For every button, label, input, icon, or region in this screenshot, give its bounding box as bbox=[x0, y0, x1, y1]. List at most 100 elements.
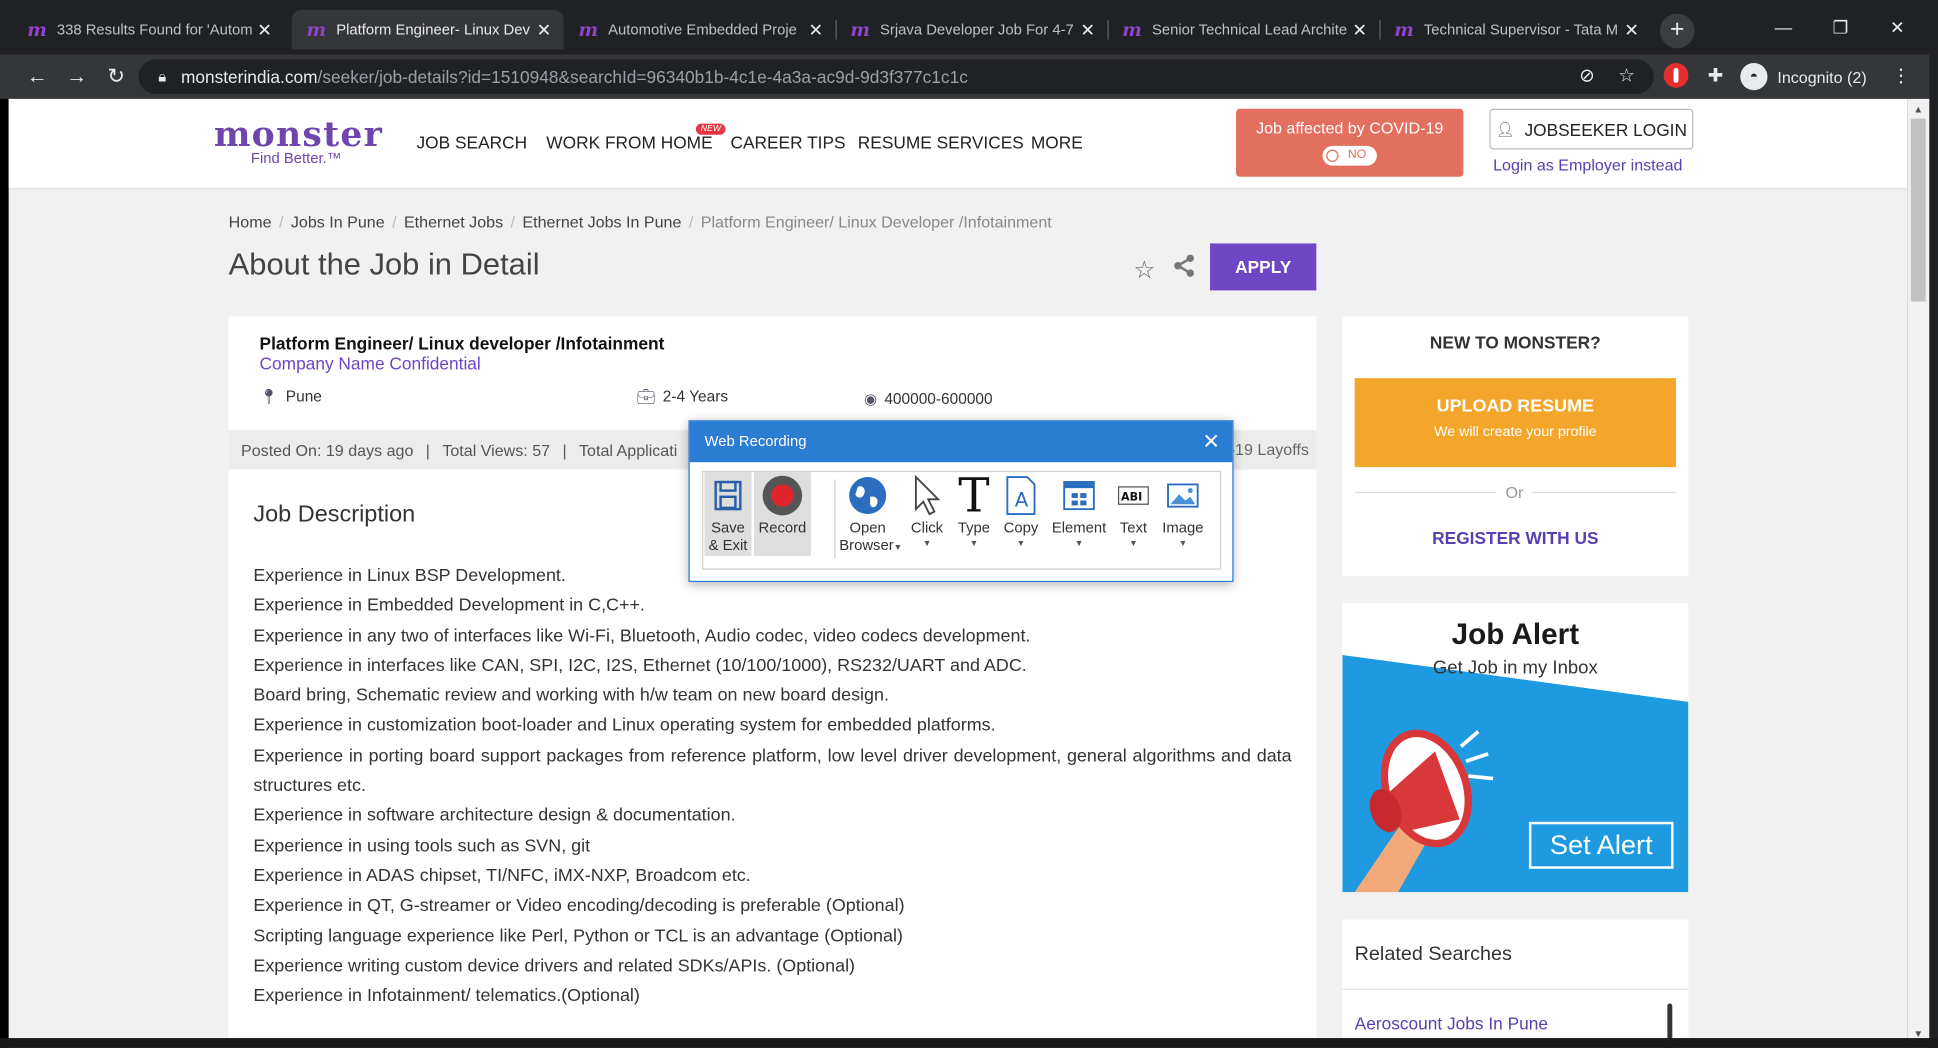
nav-work-from-home[interactable]: WORK FROM HOME bbox=[546, 132, 712, 152]
restore-button[interactable]: ❐ bbox=[1812, 10, 1869, 45]
type-icon: T bbox=[958, 468, 990, 523]
covid-toggle[interactable]: NO bbox=[1322, 145, 1377, 166]
jobseeker-login-button[interactable]: 👤︎ JOBSEEKER LOGIN bbox=[1489, 108, 1694, 150]
job-alert-banner[interactable]: Job Alert Get Job in my Inbox Set Alert bbox=[1342, 603, 1689, 893]
url-path: /seeker/job-details?id=1510948&searchId=… bbox=[317, 66, 968, 87]
save-label-1: Save bbox=[711, 519, 745, 537]
open-browser-button[interactable]: Open Browser▼ bbox=[839, 472, 902, 557]
jd-item: Experience in interfaces like CAN, SPI, … bbox=[253, 656, 1027, 676]
toggle-label: NO bbox=[1347, 148, 1367, 162]
browser-tab[interactable]: m Automotive Embedded Proje ✕ bbox=[564, 10, 836, 50]
save-icon bbox=[705, 472, 752, 519]
nav-more[interactable]: MORE bbox=[1031, 132, 1083, 152]
monster-favicon-icon: m bbox=[306, 18, 327, 41]
jd-item: Scripting language experience like Perl,… bbox=[253, 926, 903, 947]
element-button[interactable]: Element ▼ bbox=[1052, 472, 1106, 554]
copy-button[interactable]: A Copy ▼ bbox=[1000, 472, 1042, 554]
new-to-monster-heading: NEW TO MONSTER? bbox=[1429, 332, 1601, 353]
toggle-knob bbox=[1326, 149, 1339, 162]
toolbar-separator bbox=[834, 479, 836, 559]
share-icon[interactable] bbox=[1170, 252, 1197, 279]
click-button[interactable]: Click ▼ bbox=[906, 472, 948, 554]
minimize-button[interactable]: — bbox=[1755, 10, 1812, 45]
back-button[interactable]: ← bbox=[22, 62, 52, 92]
record-button[interactable]: Record bbox=[753, 472, 811, 557]
save-job-star-icon[interactable]: ☆ bbox=[1133, 255, 1155, 286]
jd-item: Experience in ADAS chipset, TI/NFC, iMX-… bbox=[253, 866, 751, 887]
briefcase-icon: 💼︎ bbox=[636, 388, 656, 406]
company-name[interactable]: Company Name Confidential bbox=[260, 353, 481, 373]
extension-red-icon[interactable] bbox=[1661, 62, 1691, 92]
breadcrumb-home[interactable]: Home bbox=[229, 213, 272, 232]
apply-button[interactable]: APPLY bbox=[1210, 243, 1317, 291]
close-icon[interactable]: ✕ bbox=[534, 19, 554, 40]
browser-tab[interactable]: m 338 Results Found for 'Autom ✕ bbox=[12, 10, 284, 50]
breadcrumb-ethernet-jobs[interactable]: Ethernet Jobs bbox=[404, 213, 503, 232]
salary-text: 400000-600000 bbox=[884, 390, 993, 408]
total-applications: Total Applicati bbox=[579, 440, 678, 460]
close-icon[interactable]: ✕ bbox=[1622, 19, 1642, 40]
recorder-toolbar: Save & Exit Record Open Browser▼ Click ▼… bbox=[702, 470, 1222, 570]
tab-title: Senior Technical Lead Archite bbox=[1151, 21, 1348, 39]
register-link[interactable]: REGISTER WITH US bbox=[1342, 528, 1688, 548]
jd-item: Experience in using tools such as SVN, g… bbox=[253, 836, 591, 857]
sidebar: NEW TO MONSTER? UPLOAD RESUME We will cr… bbox=[1342, 316, 1689, 1048]
extensions-puzzle-icon[interactable]: ✚ bbox=[1701, 62, 1731, 92]
dialog-titlebar[interactable]: Web Recording ✕ bbox=[689, 421, 1233, 463]
close-icon[interactable]: ✕ bbox=[255, 19, 275, 40]
tab-title: Srjava Developer Job For 4-7 bbox=[880, 21, 1074, 39]
text-button[interactable]: ABI Text ▼ bbox=[1114, 472, 1154, 554]
forward-button[interactable]: → bbox=[62, 62, 92, 92]
upload-resume-button[interactable]: UPLOAD RESUME We will create your profil… bbox=[1354, 378, 1677, 468]
address-bar[interactable]: 🔒︎ monsterindia.com/seeker/job-details?i… bbox=[138, 59, 1654, 94]
svg-text:A: A bbox=[1015, 489, 1029, 512]
nav-resume-services[interactable]: RESUME SERVICES bbox=[858, 132, 1024, 152]
job-title: Platform Engineer/ Linux developer /Info… bbox=[259, 333, 665, 354]
nav-career-tips[interactable]: CAREER TIPS bbox=[730, 132, 845, 152]
close-icon[interactable]: ✕ bbox=[1350, 19, 1370, 40]
browser-menu-icon[interactable]: ⋮ bbox=[1886, 62, 1916, 92]
set-alert-button[interactable]: Set Alert bbox=[1528, 821, 1674, 869]
scrollbar-thumb[interactable] bbox=[1910, 118, 1926, 302]
browser-tab-active[interactable]: m Platform Engineer- Linux Dev ✕ bbox=[291, 9, 564, 50]
related-heading: Related Searches bbox=[1354, 944, 1512, 966]
dropdown-caret-icon: ▼ bbox=[1074, 540, 1084, 549]
experience-text: 2-4 Years bbox=[662, 388, 729, 406]
globe-icon bbox=[839, 472, 896, 519]
eye-off-icon[interactable]: ⊘ bbox=[1572, 62, 1602, 92]
open-browser-label-2: Browser▼ bbox=[839, 536, 902, 557]
nav-job-search[interactable]: JOB SEARCH bbox=[417, 132, 528, 152]
layoffs-text: -19 Layoffs bbox=[1229, 439, 1309, 459]
incognito-indicator[interactable]: ◓ Incognito (2) bbox=[1740, 61, 1867, 93]
close-icon[interactable]: ✕ bbox=[1202, 421, 1220, 462]
window-close-button[interactable]: ✕ bbox=[1869, 10, 1926, 45]
breadcrumb-ethernet-pune[interactable]: Ethernet Jobs In Pune bbox=[522, 213, 681, 232]
monster-favicon-icon: m bbox=[1122, 18, 1142, 41]
browser-tab[interactable]: m Technical Supervisor - Tata M ✕ bbox=[1379, 10, 1651, 50]
copy-label: Copy bbox=[1003, 519, 1039, 537]
close-icon[interactable]: ✕ bbox=[1078, 19, 1098, 40]
jd-item: Experience in QT, G-streamer or Video en… bbox=[253, 896, 905, 917]
type-button[interactable]: T Type ▼ bbox=[953, 472, 995, 554]
covid-toggle-box[interactable]: Job affected by COVID-19 NO bbox=[1236, 108, 1464, 177]
incognito-label: Incognito (2) bbox=[1777, 67, 1867, 86]
scroll-up-arrow-icon[interactable]: ▲ bbox=[1912, 104, 1924, 115]
reload-button[interactable]: ↻ bbox=[101, 62, 131, 92]
employer-login-link[interactable]: Login as Employer instead bbox=[1493, 156, 1682, 175]
close-icon[interactable]: ✕ bbox=[806, 19, 826, 40]
browser-tab[interactable]: m Srjava Developer Job For 4-7 ✕ bbox=[836, 10, 1108, 50]
dropdown-caret-icon: ▼ bbox=[1178, 540, 1188, 549]
new-tab-button[interactable]: + bbox=[1659, 13, 1695, 49]
image-button[interactable]: Image ▼ bbox=[1158, 472, 1207, 554]
page-scrollbar[interactable]: ▲ ▼ bbox=[1907, 98, 1930, 1048]
stats-separator: | bbox=[562, 440, 567, 460]
bookmark-star-icon[interactable]: ☆ bbox=[1612, 62, 1642, 92]
viewport: m 338 Results Found for 'Autom ✕ m Platf… bbox=[0, 0, 1938, 1048]
user-icon: 👤︎ bbox=[1495, 120, 1515, 138]
breadcrumb-jobs-in-pune[interactable]: Jobs In Pune bbox=[291, 213, 385, 232]
monster-logo[interactable]: monster Find Better.™ bbox=[214, 114, 383, 167]
dropdown-caret-icon: ▼ bbox=[1129, 540, 1138, 549]
related-link[interactable]: Aeroscount Jobs In Pune bbox=[1355, 1013, 1548, 1033]
browser-tab[interactable]: m Senior Technical Lead Archite ✕ bbox=[1107, 10, 1379, 50]
save-exit-button[interactable]: Save & Exit bbox=[704, 472, 752, 557]
